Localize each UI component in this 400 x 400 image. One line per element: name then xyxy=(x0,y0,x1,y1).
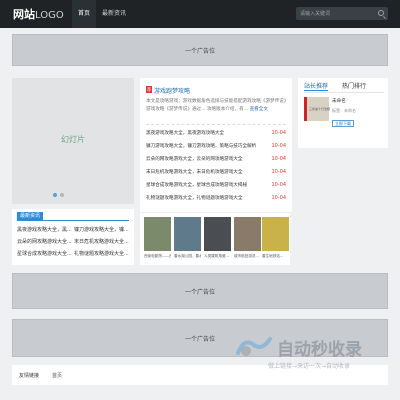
tile-caption: 西街电影院——西 xyxy=(144,254,171,258)
search-input[interactable] xyxy=(300,7,374,20)
article-date: 10-04 xyxy=(271,195,286,201)
tile-caption: 城市航拍游览... xyxy=(234,254,259,258)
article-date: 10-04 xyxy=(271,156,286,162)
slideshow[interactable]: 幻灯片 xyxy=(12,78,134,204)
featured-title[interactable]: 游戏跑梦攻略 xyxy=(154,86,190,95)
list-item[interactable]: 黑夜游戏攻略大全，黑... xyxy=(17,226,72,233)
list-item[interactable]: 云朵的网攻略游戏大全... xyxy=(17,238,72,245)
divider xyxy=(304,92,384,93)
gallery-tile[interactable]: 西街电影院——西 xyxy=(144,217,171,259)
logo-sub-text: LOGO xyxy=(35,10,64,21)
app-meta: 标签：未命名 xyxy=(332,108,356,113)
nav-item-home[interactable]: 首页 xyxy=(72,0,97,28)
article-title: 末日危机攻略游戏大全，末日危机攻略游戏大全 xyxy=(146,170,243,175)
ad-banner-bottom[interactable]: 一个广告位 xyxy=(12,319,388,357)
tab-hot-ranking[interactable]: 热门排行 xyxy=(342,81,366,90)
gallery-tile[interactable]: 城市航拍游览... xyxy=(234,217,261,259)
list-item[interactable]: 末日危机攻略游戏大全... xyxy=(74,238,129,245)
featured-description: 本文是攻略游戏：游戏数据角色选择与技能搭配游戏攻略《游梦传说》游戏攻略《游梦传说… xyxy=(146,98,288,114)
cover-text: 三省暑十行法规 xyxy=(309,107,331,111)
search-box xyxy=(296,7,388,20)
ad-banner-top[interactable]: 一个广告位 xyxy=(12,34,388,66)
article-title: 云朵的网攻略游戏大全，云朵的网攻略游戏大全 xyxy=(146,157,243,162)
article-row[interactable]: 礼物谜题攻略游戏大全，礼物谜题攻略游戏大全 10-04 xyxy=(146,195,286,205)
list-item[interactable]: 镰刀游戏攻略大全，镰... xyxy=(74,226,129,233)
article-row[interactable]: 末日危机攻略游戏大全，末日危机攻略游戏大全 10-04 xyxy=(146,169,286,179)
ad-banner-middle[interactable]: 一个广告位 xyxy=(12,273,388,309)
tile-image xyxy=(144,217,171,251)
divider xyxy=(17,220,129,221)
article-date: 10-04 xyxy=(271,182,286,188)
list-item[interactable]: 星球合成攻略游戏大全... xyxy=(17,250,72,257)
article-row[interactable]: 镰刀游戏攻略大全，镰刀游戏攻略，策略与技巧全解析 10-04 xyxy=(146,143,286,153)
gallery-tile[interactable]: 春生地铁站... xyxy=(262,217,289,259)
article-row[interactable]: 云朵的网攻略游戏大全，云朵的网攻略游戏大全 10-04 xyxy=(146,156,286,166)
slide-dot[interactable] xyxy=(60,193,64,197)
article-row[interactable]: 星球合成攻略游戏大全，星球合成攻略游戏大揭秘 10-04 xyxy=(146,182,286,192)
tile-image xyxy=(262,217,289,251)
news-list-tab[interactable]: 最新资讯 xyxy=(17,212,44,220)
ad-label: 一个广告位 xyxy=(184,335,215,343)
friend-links: 友情链接 首页 xyxy=(12,365,388,385)
slideshow-dots xyxy=(53,193,64,197)
nav-item-latest-news[interactable]: 最新资讯 xyxy=(96,0,132,28)
article-title: 星球合成攻略游戏大全，星球合成攻略游戏大揭秘 xyxy=(146,183,248,188)
tile-caption: 春生地铁站... xyxy=(262,254,284,258)
tile-image xyxy=(234,217,261,251)
article-date: 10-04 xyxy=(271,143,286,149)
search-icon[interactable] xyxy=(378,10,384,16)
slideshow-label: 幻灯片 xyxy=(61,135,85,144)
sidebar-recommend: 站长推荐 热门排行 三省暑十行法规 未命名 标签：未命名 立即下载 xyxy=(298,78,388,148)
active-tab-indicator xyxy=(304,90,328,91)
slide-dot[interactable] xyxy=(53,193,57,197)
article-date: 10-04 xyxy=(271,130,286,136)
tile-image xyxy=(174,217,201,251)
friend-link-item[interactable]: 首页 xyxy=(52,372,62,379)
ad-label: 一个广告位 xyxy=(184,288,215,296)
featured-article: 荐 游戏跑梦攻略 本文是攻略游戏：游戏数据角色选择与技能搭配游戏攻略《游梦传说》… xyxy=(140,78,292,212)
article-row[interactable]: 黑夜游戏攻略大全，黑夜游戏攻略大全 10-04 xyxy=(146,130,286,140)
article-date: 10-04 xyxy=(271,169,286,175)
friend-links-label: 友情链接 xyxy=(19,373,40,379)
tile-image xyxy=(204,217,231,251)
app-cover-image[interactable]: 三省暑十行法规 xyxy=(304,97,331,121)
article-title: 黑夜游戏攻略大全，黑夜游戏攻略大全 xyxy=(146,131,225,136)
tile-caption: 春水湖公园，春水 xyxy=(174,254,201,258)
gallery-tile[interactable]: 人类建筑角度... xyxy=(204,217,231,259)
image-gallery: 西街电影院——西 春水湖公园，春水 人类建筑角度... 城市航拍游览... 春生… xyxy=(140,213,290,265)
top-header: 网站LOGO 首页 最新资讯 xyxy=(0,0,400,28)
main-nav: 首页 最新资讯 xyxy=(72,0,132,28)
article-title: 礼物谜题攻略游戏大全，礼物谜题攻略游戏大全 xyxy=(146,196,243,201)
download-button[interactable]: 立即下载 xyxy=(332,120,354,127)
tile-caption: 人类建筑角度... xyxy=(204,254,229,258)
logo-main-text: 网站 xyxy=(13,8,35,21)
ad-label: 一个广告位 xyxy=(184,47,215,55)
tab-recommend[interactable]: 站长推荐 xyxy=(304,81,328,90)
gallery-tile[interactable]: 春水湖公园，春水 xyxy=(174,217,201,259)
list-item[interactable]: 礼物谜题攻略游戏大全... xyxy=(74,250,129,257)
recommend-badge: 荐 xyxy=(146,86,152,93)
article-title: 镰刀游戏攻略大全，镰刀游戏攻略，策略与技巧全解析 xyxy=(146,144,257,149)
divider xyxy=(146,124,286,125)
news-list-box: 最新资讯 黑夜游戏攻略大全，黑... 镰刀游戏攻略大全，镰... 云朵的网攻略游… xyxy=(12,209,134,265)
app-name[interactable]: 未命名 xyxy=(332,98,346,104)
read-more-link[interactable]: 查看全文 xyxy=(250,107,268,112)
site-logo[interactable]: 网站LOGO xyxy=(13,6,64,22)
